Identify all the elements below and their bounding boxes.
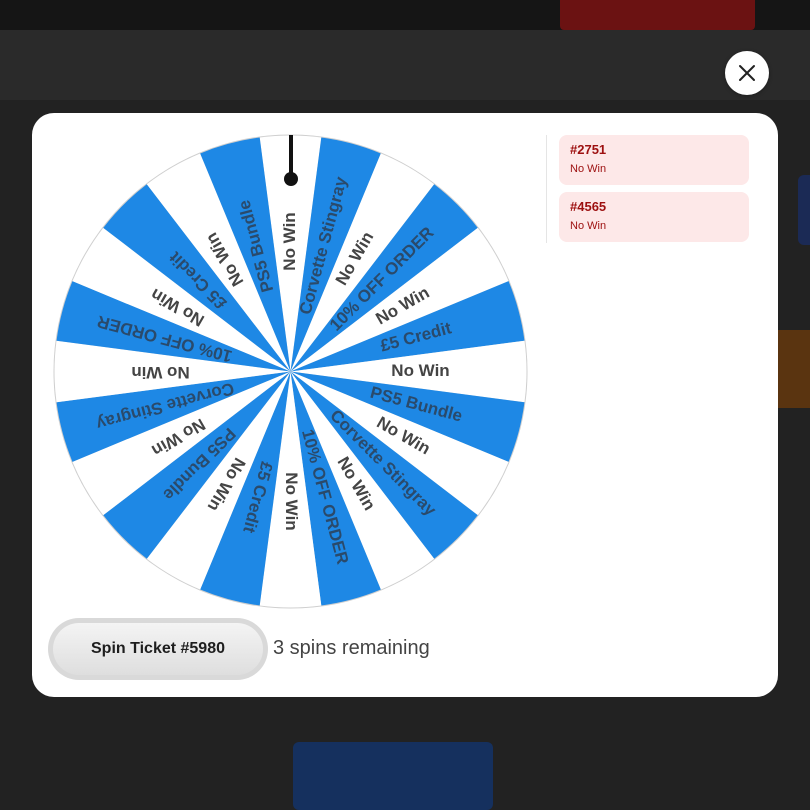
background-side-tab	[798, 175, 810, 245]
wheel-pointer-dot	[284, 172, 298, 186]
wheel-segment-label: No Win	[280, 212, 299, 270]
result-status: No Win	[570, 163, 607, 175]
prize-wheel[interactable]: No Win Corvette Stingray No Win 10% OFF ORD…	[52, 133, 529, 610]
close-button[interactable]	[725, 51, 769, 95]
spin-results-list: #2751 No Win #4565 No Win	[546, 135, 769, 243]
close-icon	[739, 65, 755, 81]
spins-remaining-text: 3 spins remaining	[273, 637, 430, 659]
result-card: #2751 No Win	[559, 135, 749, 185]
result-ticket-id: #2751	[570, 142, 607, 157]
result-ticket-id: #4565	[570, 199, 607, 214]
background-header-button	[560, 0, 755, 30]
spin-ticket-button[interactable]: Spin Ticket #5980	[53, 623, 263, 675]
background-side-panel	[778, 330, 810, 408]
wheel-segment-label: No Win	[131, 363, 189, 382]
result-status: No Win	[570, 220, 607, 232]
prize-wheel-graphic: No WinCorvette StingrayNo Win10% OFF ORD…	[53, 134, 528, 609]
spin-wheel-modal: No Win Corvette Stingray No Win 10% OFF ORD…	[32, 113, 778, 697]
wheel-segment-label: No Win	[391, 361, 449, 380]
spin-button-frame: Spin Ticket #5980	[48, 618, 268, 680]
background-nav-strip	[0, 30, 810, 100]
result-card: #4565 No Win	[559, 192, 749, 242]
background-bottom-button	[293, 742, 493, 810]
wheel-segment-label: No Win	[282, 472, 301, 530]
